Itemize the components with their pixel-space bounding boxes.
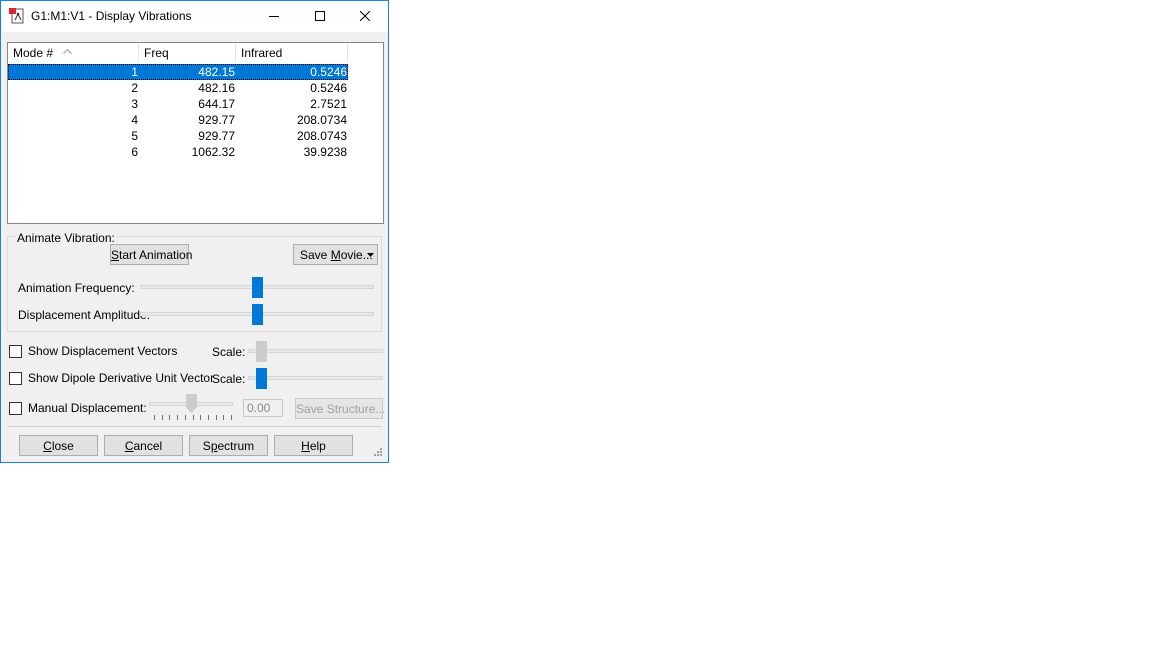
dipole-scale-slider-thumb[interactable] — [256, 368, 267, 389]
freq-cell: 482.15 — [198, 65, 235, 79]
list-row[interactable]: 3 644.17 2.7521 — [8, 96, 348, 112]
show-dipole-derivative-checkbox[interactable] — [9, 372, 22, 385]
save-structure-button: Save Structure... — [295, 398, 385, 419]
start-animation-mnemonic: S — [111, 248, 120, 262]
start-animation-button[interactable]: Start Animation — [110, 244, 193, 265]
close-window-button[interactable] — [342, 1, 388, 32]
infrared-cell: 208.0743 — [296, 129, 347, 143]
freq-cell: 482.16 — [198, 81, 235, 95]
maximize-button[interactable] — [297, 1, 343, 32]
displacement-amplitude-slider-thumb[interactable] — [252, 304, 263, 325]
help-mnemonic: H — [301, 439, 310, 453]
mode-cell: 5 — [131, 129, 138, 143]
window-title: G1:M1:V1 - Display Vibrations — [31, 9, 192, 23]
dropdown-arrow-icon — [367, 253, 374, 257]
mode-cell: 3 — [131, 97, 138, 111]
column-header-label: Mode # — [13, 46, 54, 60]
help-button[interactable]: Help — [274, 435, 353, 456]
infrared-cell: 208.0734 — [296, 113, 347, 127]
list-row[interactable]: 6 1062.32 39.9238 — [8, 144, 348, 160]
list-row[interactable]: 2 482.16 0.5246 — [8, 80, 348, 96]
freq-cell: 644.17 — [198, 97, 235, 111]
save-movie-label-prefix: Save — [300, 248, 331, 262]
column-header-label: Infrared — [241, 46, 283, 60]
slider-tick — [177, 415, 179, 420]
infrared-cell: 0.5246 — [310, 65, 347, 79]
close-label: lose — [51, 439, 74, 453]
vectors-scale-label: Scale: — [212, 345, 246, 359]
column-header-mode[interactable]: Mode # — [8, 43, 139, 62]
separator — [7, 426, 382, 427]
column-header-label: Freq — [144, 46, 169, 60]
column-header-infrared[interactable]: Infrared — [236, 43, 348, 62]
spectrum-label-prefix: S — [202, 439, 211, 453]
manual-displacement-label[interactable]: Manual Displacement: — [28, 401, 147, 415]
slider-tick — [223, 415, 225, 420]
displacement-amplitude-label: Displacement Amplitude: — [18, 308, 151, 322]
manual-displacement-value-field: 0.00 — [243, 399, 283, 417]
slider-tick — [192, 415, 194, 420]
close-button[interactable]: Close — [19, 435, 98, 456]
start-animation-label: tart Animation — [119, 248, 193, 262]
cancel-button[interactable]: Cancel — [104, 435, 183, 456]
spectrum-mnemonic: p — [210, 439, 218, 453]
help-label: elp — [309, 439, 326, 453]
title-bar[interactable]: G1:M1:V1 - Display Vibrations — [1, 1, 388, 32]
show-dipole-derivative-label[interactable]: Show Dipole Derivative Unit Vector — [28, 371, 214, 385]
display-vibrations-window: G1:M1:V1 - Display Vibrations Mode # Fre… — [0, 0, 389, 463]
list-header: Mode # Freq Infrared — [8, 43, 348, 62]
list-row[interactable]: 1 482.15 0.5246 — [8, 64, 348, 80]
manual-displacement-slider-thumb[interactable] — [186, 394, 197, 413]
mode-cell: 6 — [131, 145, 138, 159]
freq-cell: 929.77 — [198, 113, 235, 127]
mode-cell: 4 — [131, 113, 138, 127]
infrared-cell: 39.9238 — [303, 145, 347, 159]
column-header-freq[interactable]: Freq — [139, 43, 236, 62]
mode-cell: 2 — [131, 81, 138, 95]
list-row[interactable]: 5 929.77 208.0743 — [8, 128, 348, 144]
close-mnemonic: C — [43, 439, 52, 453]
maximize-icon — [315, 11, 325, 21]
vectors-scale-track — [248, 349, 383, 353]
list-row[interactable]: 4 929.77 208.0734 — [8, 112, 348, 128]
slider-tick — [200, 415, 202, 420]
save-movie-button[interactable]: Save Movie... — [293, 244, 378, 265]
freq-cell: 929.77 — [198, 129, 235, 143]
manual-displacement-checkbox[interactable] — [9, 402, 22, 415]
show-displacement-vectors-checkbox[interactable] — [9, 345, 22, 358]
close-icon — [360, 11, 370, 21]
manual-displacement-ticks — [154, 415, 234, 421]
slider-tick — [169, 415, 171, 420]
spectrum-button[interactable]: Spectrum — [189, 435, 268, 456]
infrared-cell: 0.5246 — [310, 81, 347, 95]
vibration-modes-list[interactable]: Mode # Freq Infrared 1 482.15 0.5246 2 482.1… — [7, 42, 384, 224]
cancel-label: ancel — [133, 439, 163, 453]
slider-tick — [231, 415, 232, 420]
slider-tick — [184, 415, 186, 420]
save-movie-mnemonic: M — [330, 248, 341, 262]
animate-vibration-label: Animate Vibration: — [15, 231, 117, 245]
infrared-cell: 2.7521 — [310, 97, 347, 111]
freq-cell: 1062.32 — [191, 145, 235, 159]
sort-ascending-icon — [63, 49, 72, 54]
show-displacement-vectors-label[interactable]: Show Displacement Vectors — [28, 344, 177, 358]
vectors-scale-slider-thumb[interactable] — [256, 341, 267, 362]
animation-frequency-slider-thumb[interactable] — [252, 277, 263, 298]
dipole-scale-label: Scale: — [212, 372, 246, 386]
slider-tick — [161, 415, 163, 420]
slider-tick — [207, 415, 209, 420]
mode-cell: 1 — [131, 65, 138, 79]
animation-frequency-label: Animation Frequency: — [18, 281, 135, 295]
resize-grip-icon[interactable] — [373, 447, 382, 456]
dipole-scale-track[interactable] — [248, 376, 383, 380]
slider-tick — [154, 415, 155, 420]
slider-tick — [215, 415, 217, 420]
minimize-icon — [269, 16, 279, 17]
gaussview-app-icon — [9, 8, 25, 24]
minimize-button[interactable] — [251, 1, 297, 32]
spectrum-label: ectrum — [217, 439, 255, 453]
